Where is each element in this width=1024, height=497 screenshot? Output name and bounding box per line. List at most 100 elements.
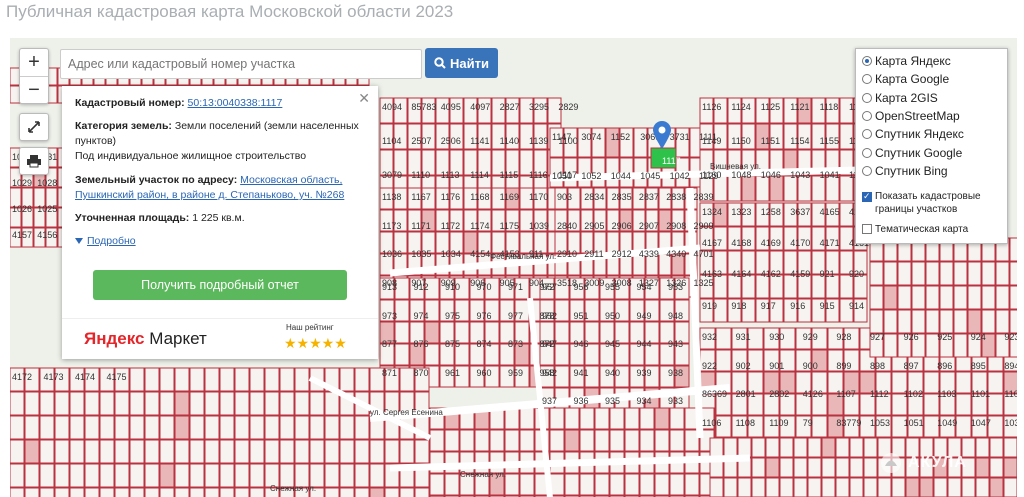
parcel-number-label: 953	[668, 282, 684, 292]
parcel-number-label: 1171	[411, 220, 431, 231]
parcel-number-label: 4169	[760, 238, 781, 249]
cadastral-number-link[interactable]: 50:13:0040338:1117	[188, 97, 283, 109]
parcel-number-label: 4154	[470, 249, 491, 260]
zoom-in-button[interactable]: +	[20, 49, 48, 76]
parcel-number-label: 874	[476, 339, 492, 350]
parcel-number-label: 973	[382, 310, 398, 321]
search-input[interactable]	[60, 49, 422, 79]
parcel-number-label: 934	[636, 396, 652, 407]
layer-option[interactable]: Спутник Google	[862, 146, 962, 160]
parcel-number-label: 2802	[769, 389, 790, 400]
parcel-number-label: 932	[702, 332, 718, 342]
parcel-number-label: 1034	[440, 249, 461, 260]
parcel-number-label: 1323	[731, 207, 752, 217]
parcel-number-label: 1149	[702, 135, 722, 146]
parcel-number-label: 931	[735, 332, 751, 342]
parcel-number-label: 938	[668, 367, 684, 378]
parcel-number-label: 4171	[819, 238, 840, 249]
parcel-number-label: 1041	[819, 169, 840, 180]
parcel-number-label: 939	[636, 367, 652, 378]
parcel-number-label: 1112	[870, 389, 889, 400]
parcel-number-label: 1124	[731, 102, 751, 112]
parcel-number-label: 944	[636, 339, 652, 350]
layer-option-label: Спутник Bing	[875, 163, 948, 178]
parcel-number-label: 930	[769, 332, 785, 342]
parcel-number-label: 1126	[702, 102, 722, 112]
zoom-out-button[interactable]: −	[20, 76, 48, 103]
parcel-number-label: 2834	[584, 192, 605, 202]
zoom-control[interactable]: + −	[19, 48, 49, 104]
parcel-number-label: 921	[819, 269, 835, 280]
parcel-number-label: 894	[1004, 360, 1017, 371]
parcel-number-label: 1140	[499, 135, 519, 146]
parcel-number-label: 1039	[529, 220, 550, 231]
layer-option[interactable]: OpenStreetMap	[862, 109, 960, 123]
parcel-number-label: 914	[849, 300, 865, 311]
parcel-number-label: 871	[382, 367, 398, 378]
parcel-number-label: 1033	[1004, 417, 1017, 428]
layer-option[interactable]: Карта 2GIS	[862, 91, 938, 105]
layer-option[interactable]: Спутник Яндекс	[862, 127, 964, 141]
parcel-number-label: 4126	[802, 389, 823, 400]
parcel-number-label: 1169	[499, 192, 519, 202]
parcel-number-label: 952	[542, 310, 558, 321]
cadastral-borders-toggle[interactable]: Показать кадастровые границы участков	[862, 190, 995, 216]
parcel-number-label: 3074	[581, 132, 602, 142]
parcel-number-label: 1160	[702, 169, 722, 180]
parcel-number-label: 1044	[610, 171, 631, 181]
get-report-button[interactable]: Получить подробный отчет	[93, 270, 347, 300]
print-button[interactable]	[19, 147, 49, 175]
search-button[interactable]: Найти	[425, 48, 498, 78]
parcel-number-label: 975	[445, 310, 461, 321]
parcel-number-label: 873	[508, 339, 524, 350]
fullscreen-button[interactable]	[19, 113, 49, 141]
printer-icon	[27, 155, 41, 168]
parcel-number-label: 1042	[669, 171, 690, 181]
layer-option[interactable]: Карта Яндекс	[862, 54, 951, 68]
parcel-number-label: 2837	[638, 192, 659, 202]
parcel-number-label: 4167	[702, 238, 723, 249]
parcel-number-label: 4170	[790, 238, 811, 249]
radio-icon[interactable]	[862, 165, 872, 176]
parcel-number-label: 4340	[666, 249, 687, 260]
land-use-value: Под индивидуальное жилищное строительств…	[75, 150, 307, 162]
radio-icon[interactable]	[862, 110, 872, 121]
thematic-map-toggle[interactable]: Тематическая карта	[862, 223, 968, 236]
parcel-number-label: 2506	[440, 135, 461, 146]
yandex-market-ad[interactable]: Яндекс Маркет Наш рейтинг ★★★★★	[62, 318, 378, 359]
radio-icon[interactable]	[862, 129, 872, 140]
parcel-number-label: 1114	[470, 169, 489, 180]
layer-option-label: Карта Яндекс	[875, 54, 951, 68]
parcel-number-label: 2827	[499, 102, 520, 112]
category-label: Категория земель:	[75, 120, 172, 132]
layer-option[interactable]: Спутник Bing	[862, 164, 948, 178]
parcel-number-label: 922	[702, 360, 718, 371]
parcel-number-label: 1103	[937, 389, 957, 400]
parcel-info-popup: ✕ Кадастровый номер: 50:13:0040338:1117 …	[62, 86, 378, 359]
parcel-number-label: 4097	[470, 102, 491, 112]
radio-icon[interactable]	[862, 74, 872, 85]
layer-option-label: Карта 2GIS	[875, 90, 938, 105]
details-toggle[interactable]: Подробно	[75, 235, 136, 247]
parcel-number-label: 933	[668, 396, 684, 407]
location-pin-icon[interactable]	[652, 120, 672, 155]
rating-stars: ★★★★★	[284, 335, 347, 351]
parcel-number-label: 955	[605, 282, 621, 292]
parcel-number-label: 1035	[411, 249, 432, 260]
radio-icon[interactable]	[862, 147, 872, 158]
parcel-number-label: 1106	[702, 417, 722, 428]
parcel-number-label: 1151	[760, 135, 781, 146]
checkbox-icon[interactable]	[862, 190, 872, 203]
radio-icon[interactable]	[862, 92, 872, 103]
parcel-number-label: 875	[445, 339, 461, 350]
parcel-number-label: 1107	[836, 389, 856, 400]
parcel-number-label: 947	[542, 339, 558, 350]
checkbox-icon[interactable]	[862, 224, 872, 234]
parcel-number-label: 1173	[382, 220, 402, 231]
parcel-number-label: 936	[573, 396, 589, 407]
parcel-number-label: 1125	[760, 102, 781, 112]
layer-option[interactable]: Карта Google	[862, 72, 949, 86]
parcel-number-label: 1052	[581, 171, 602, 181]
radio-icon[interactable]	[862, 56, 872, 66]
parcel-number-label: 954	[636, 282, 652, 292]
